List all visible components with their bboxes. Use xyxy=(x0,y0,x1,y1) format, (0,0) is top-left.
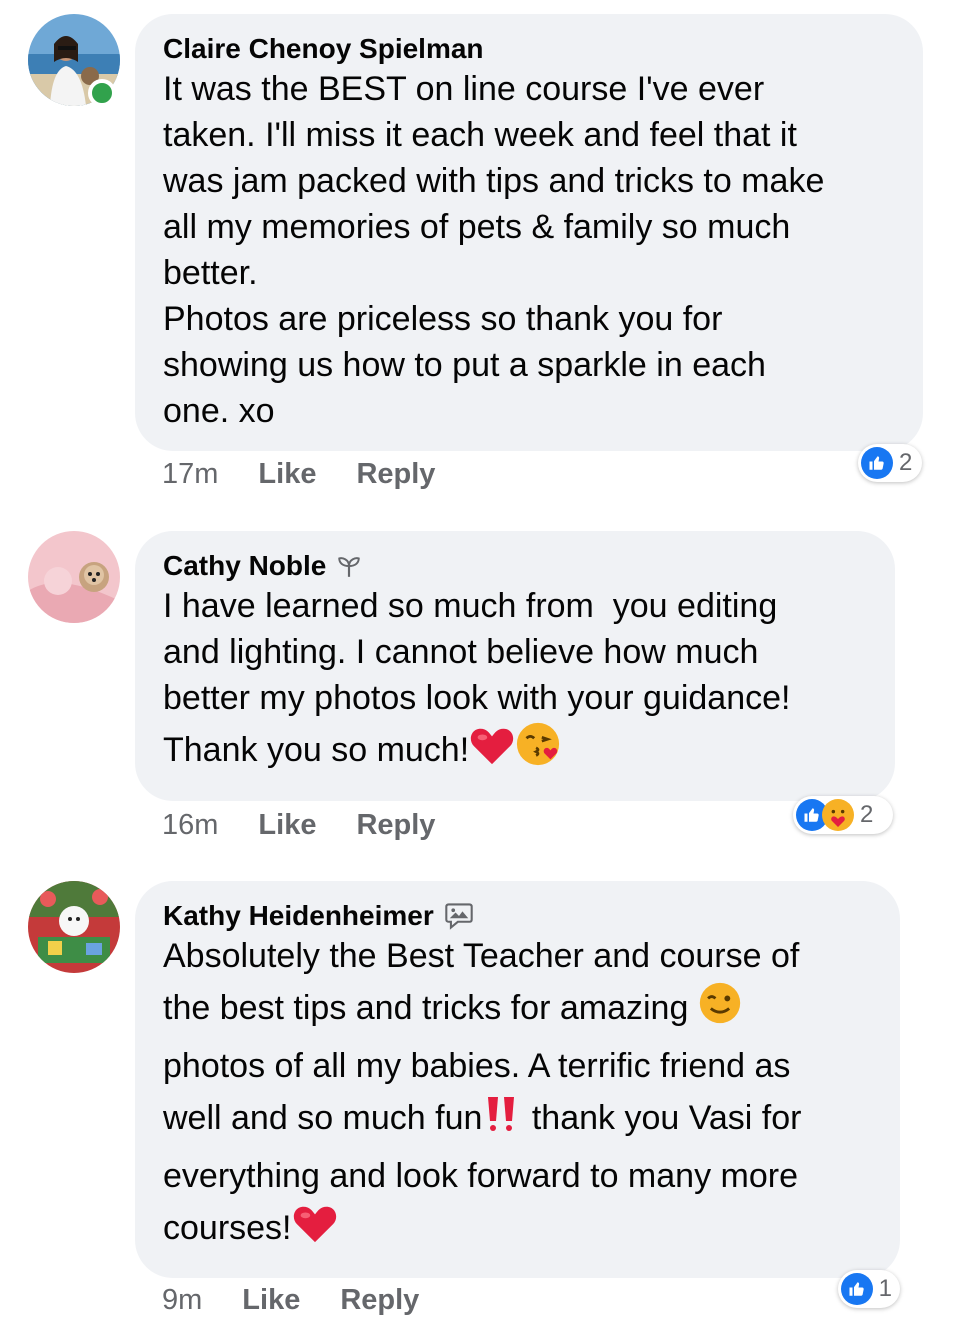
author-name[interactable]: Cathy Noble xyxy=(163,549,326,583)
reaction-summary[interactable]: 2 xyxy=(858,444,922,482)
comment-actions: 16m Like Reply xyxy=(162,809,435,842)
comment-text-line: well and so much fun xyxy=(163,1099,483,1137)
like-icon xyxy=(861,447,893,479)
comment-text-line: photos of all my babies. A terrific frie… xyxy=(163,1047,791,1085)
comment-text: I have learned so much from you editing … xyxy=(163,583,867,785)
reply-button[interactable]: Reply xyxy=(340,1284,419,1317)
avatar-cathy[interactable] xyxy=(28,531,120,623)
red-heart-emoji-icon xyxy=(469,723,515,785)
kissing-face-emoji-icon xyxy=(515,721,561,785)
comment-timestamp[interactable]: 17m xyxy=(162,458,218,491)
comment-bubble[interactable]: Claire Chenoy Spielman It was the BEST o… xyxy=(135,14,923,451)
comment-bubble[interactable]: Cathy Noble I have learned so much from … xyxy=(135,531,895,801)
comment-text-line: the best tips and tricks for amazing xyxy=(163,989,689,1027)
comment-actions: 9m Like Reply xyxy=(162,1284,419,1317)
care-icon xyxy=(822,799,854,831)
reaction-count: 2 xyxy=(860,801,874,828)
like-button[interactable]: Like xyxy=(258,809,316,842)
comment-actions: 17m Like Reply xyxy=(162,458,435,491)
reply-button[interactable]: Reply xyxy=(356,458,435,491)
comment-text-line: everything and look forward to many more xyxy=(163,1157,798,1195)
red-heart-emoji-icon xyxy=(292,1201,338,1263)
comment-author[interactable]: Cathy Noble xyxy=(163,549,867,583)
winking-face-emoji-icon xyxy=(698,981,742,1043)
reaction-summary[interactable]: 1 xyxy=(838,1270,900,1308)
reaction-count: 1 xyxy=(878,1275,892,1302)
comment-text: Absolutely the Best Teacher and course o… xyxy=(163,933,872,1263)
online-status-indicator xyxy=(88,79,116,107)
comment-text-line: courses! xyxy=(163,1209,292,1247)
author-name[interactable]: Kathy Heidenheimer xyxy=(163,899,434,933)
comment-text-line: thank you Vasi for xyxy=(522,1099,802,1137)
reaction-summary[interactable]: 2 xyxy=(793,796,893,834)
comment-timestamp[interactable]: 9m xyxy=(162,1284,202,1317)
photo-message-icon[interactable] xyxy=(444,902,474,930)
sprout-icon[interactable] xyxy=(336,553,362,579)
avatar-photo xyxy=(28,881,120,973)
like-button[interactable]: Like xyxy=(258,458,316,491)
comment-bubble[interactable]: Kathy Heidenheimer Absolutely the Best T… xyxy=(135,881,900,1278)
double-exclamation-emoji-icon xyxy=(482,1095,522,1153)
comment-text: It was the BEST on line course I've ever… xyxy=(163,70,825,430)
comment-text-line: Absolutely the Best Teacher and course o… xyxy=(163,937,800,975)
reply-button[interactable]: Reply xyxy=(356,809,435,842)
like-icon xyxy=(841,1273,873,1305)
reaction-count: 2 xyxy=(899,449,913,476)
avatar-kathy[interactable] xyxy=(28,881,120,973)
comment-author[interactable]: Kathy Heidenheimer xyxy=(163,899,872,933)
author-name[interactable]: Claire Chenoy Spielman xyxy=(163,32,484,66)
comment-timestamp[interactable]: 16m xyxy=(162,809,218,842)
like-button[interactable]: Like xyxy=(242,1284,300,1317)
avatar-photo xyxy=(28,531,120,623)
comment-author[interactable]: Claire Chenoy Spielman xyxy=(163,32,895,66)
